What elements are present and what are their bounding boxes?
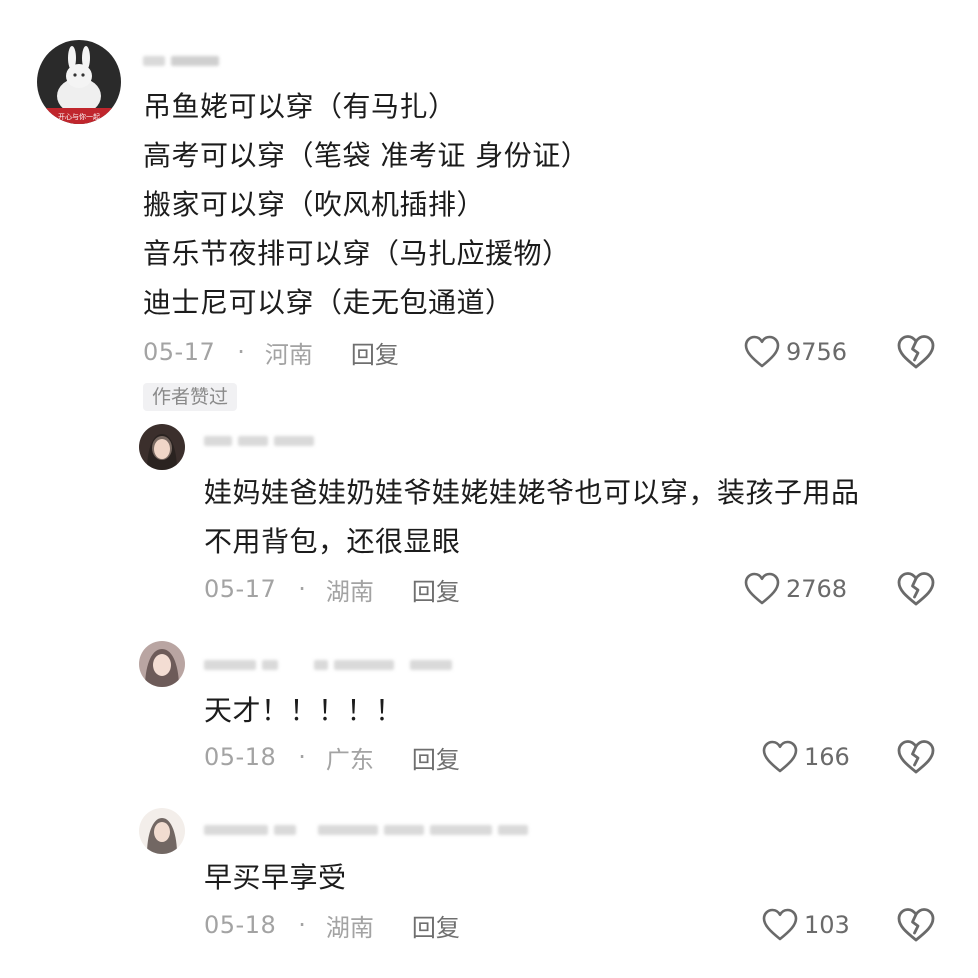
heart-outline-icon bbox=[762, 908, 798, 941]
comment-body: 吊鱼姥可以穿（有马扎） 高考可以穿（笔袋 准考证 身份证） 搬家可以穿（吹风机插… bbox=[143, 82, 589, 327]
comment-line: 不用背包，还很显眼 bbox=[204, 525, 461, 558]
comment-line: 搬家可以穿（吹风机插排） bbox=[143, 188, 486, 221]
like-button[interactable]: 166 bbox=[762, 737, 850, 777]
comment-line: 音乐节夜排可以穿（马扎应援物） bbox=[143, 237, 571, 270]
comment-body: 早买早享受 bbox=[204, 853, 347, 902]
comment-location: 湖南 bbox=[325, 913, 374, 942]
rabbit-avatar-image: 开心与你一起 bbox=[37, 40, 121, 124]
comment-line: 天才！！！！！ bbox=[204, 694, 404, 727]
dislike-button[interactable] bbox=[896, 905, 936, 945]
like-count: 2768 bbox=[786, 575, 848, 603]
separator-dot: · bbox=[298, 743, 306, 771]
comment-body: 娃妈娃爸娃奶娃爷娃姥娃姥爷也可以穿，装孩子用品 不用背包，还很显眼 bbox=[204, 468, 860, 566]
avatar[interactable] bbox=[139, 641, 185, 687]
dislike-button[interactable] bbox=[896, 737, 936, 777]
comment-line: 迪士尼可以穿（走无包通道） bbox=[143, 286, 514, 319]
like-count: 166 bbox=[804, 743, 850, 771]
heart-outline-icon bbox=[744, 335, 780, 368]
comment-line: 吊鱼姥可以穿（有马扎） bbox=[143, 90, 457, 123]
username-blurred[interactable] bbox=[143, 52, 219, 70]
comment-date: 05-18 bbox=[204, 743, 277, 771]
comment-date: 05-17 bbox=[204, 575, 277, 603]
reply-button[interactable]: 回复 bbox=[351, 335, 399, 370]
comment-line: 娃妈娃爸娃奶娃爷娃姥娃姥爷也可以穿，装孩子用品 bbox=[204, 476, 860, 509]
separator-dot: · bbox=[237, 338, 245, 366]
broken-heart-icon bbox=[897, 335, 935, 369]
comment-line: 早买早享受 bbox=[204, 861, 347, 894]
reply-button[interactable]: 回复 bbox=[412, 908, 460, 943]
author-liked-badge: 作者赞过 bbox=[143, 383, 238, 411]
comment-line: 高考可以穿（笔袋 准考证 身份证） bbox=[143, 139, 590, 172]
avatar[interactable]: 开心与你一起 bbox=[37, 40, 121, 124]
avatar[interactable] bbox=[139, 808, 185, 854]
comment-meta: 05-17 · 河南 回复 bbox=[143, 335, 399, 370]
username-blurred[interactable] bbox=[204, 821, 528, 839]
comment-date: 05-18 bbox=[204, 911, 277, 939]
comment-location: 湖南 bbox=[325, 577, 374, 606]
broken-heart-icon bbox=[897, 908, 935, 942]
reply-button[interactable]: 回复 bbox=[412, 740, 460, 775]
like-button[interactable]: 9756 bbox=[744, 332, 847, 372]
comment-meta: 05-18 · 湖南 回复 bbox=[204, 908, 460, 943]
like-button[interactable]: 103 bbox=[762, 905, 850, 945]
avatar[interactable] bbox=[139, 424, 185, 470]
user-avatar-image bbox=[139, 641, 185, 687]
separator-dot: · bbox=[298, 911, 306, 939]
broken-heart-icon bbox=[897, 572, 935, 606]
username-blurred[interactable] bbox=[204, 656, 452, 674]
dislike-button[interactable] bbox=[896, 569, 936, 609]
like-button[interactable]: 2768 bbox=[744, 569, 847, 609]
separator-dot: · bbox=[298, 575, 306, 603]
comment-location: 河南 bbox=[264, 340, 313, 369]
username-blurred[interactable] bbox=[204, 432, 314, 450]
comment-date: 05-17 bbox=[143, 338, 216, 366]
user-avatar-image bbox=[139, 424, 185, 470]
heart-outline-icon bbox=[744, 572, 780, 605]
dislike-button[interactable] bbox=[896, 332, 936, 372]
like-count: 103 bbox=[804, 911, 850, 939]
user-avatar-image bbox=[139, 808, 185, 854]
reply-button[interactable]: 回复 bbox=[412, 572, 460, 607]
heart-outline-icon bbox=[762, 740, 798, 773]
like-count: 9756 bbox=[786, 338, 848, 366]
comment-meta: 05-18 · 广东 回复 bbox=[204, 740, 460, 775]
comment-location: 广东 bbox=[325, 745, 374, 774]
comment-meta: 05-17 · 湖南 回复 bbox=[204, 572, 460, 607]
comment-body: 天才！！！！！ bbox=[204, 686, 404, 735]
broken-heart-icon bbox=[897, 740, 935, 774]
svg-text:开心与你一起: 开心与你一起 bbox=[58, 112, 100, 121]
